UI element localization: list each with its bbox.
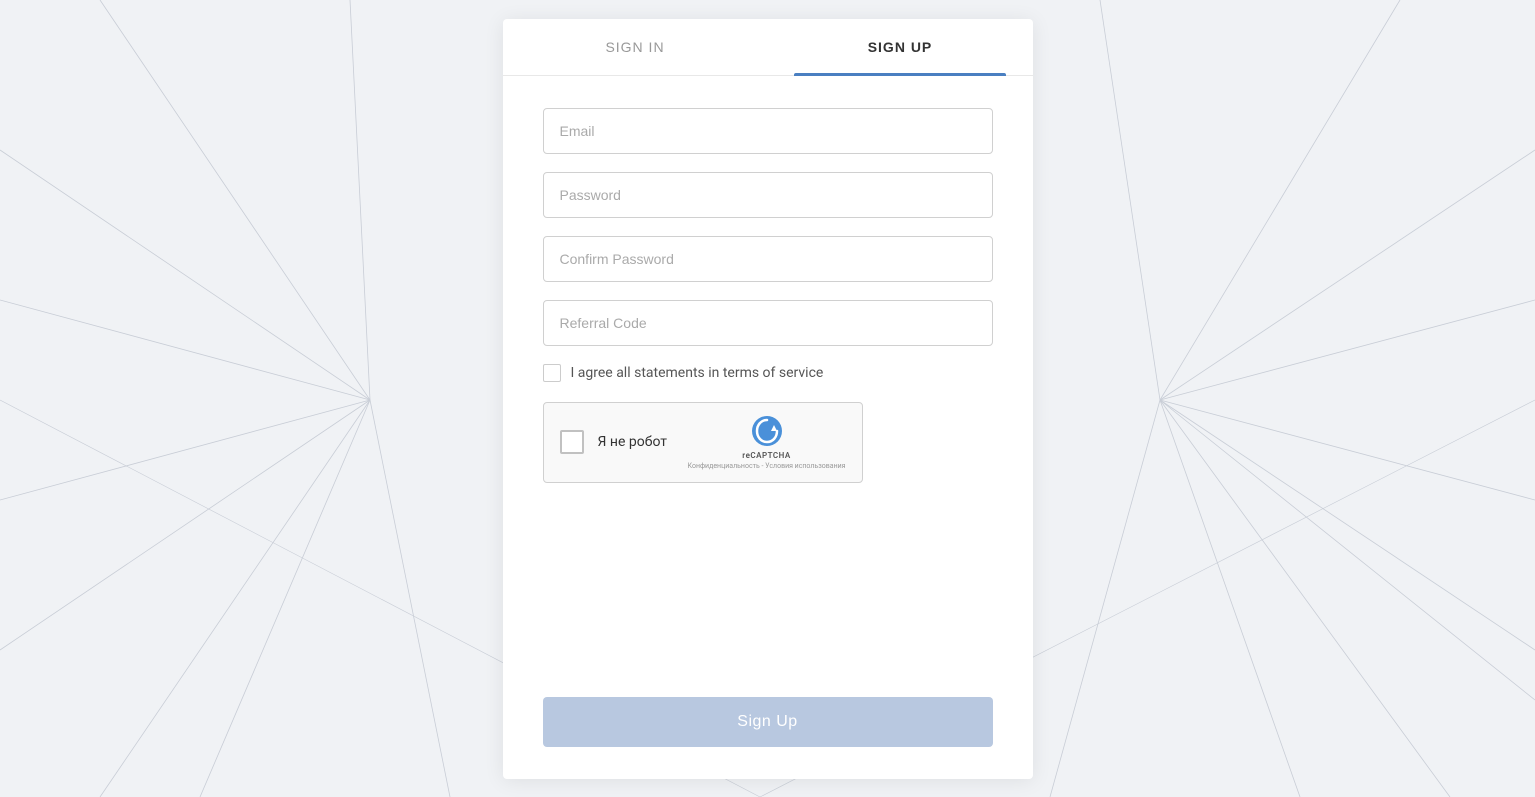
- terms-checkbox[interactable]: [543, 364, 561, 382]
- terms-label[interactable]: I agree all statements in terms of servi…: [571, 365, 824, 381]
- signup-button[interactable]: Sign Up: [543, 697, 993, 747]
- terms-row: I agree all statements in terms of servi…: [543, 364, 993, 382]
- spacer: [543, 503, 993, 687]
- recaptcha-brand-text: reCAPTCHA: [742, 451, 790, 460]
- email-group: [543, 108, 993, 154]
- recaptcha-sub-text: Конфиденциальность - Условия использован…: [688, 462, 846, 470]
- tab-signup[interactable]: SIGN UP: [768, 19, 1033, 75]
- recaptcha-branding: reCAPTCHA Конфиденциальность - Условия и…: [688, 415, 846, 470]
- signup-form: I agree all statements in terms of servi…: [503, 76, 1033, 779]
- referral-code-input[interactable]: [543, 300, 993, 346]
- referral-code-group: [543, 300, 993, 346]
- confirm-password-group: [543, 236, 993, 282]
- confirm-password-input[interactable]: [543, 236, 993, 282]
- recaptcha-logo-icon: [751, 415, 783, 447]
- recaptcha-checkbox[interactable]: [560, 430, 584, 454]
- tab-signin[interactable]: SIGN IN: [503, 19, 768, 75]
- auth-tabs: SIGN IN SIGN UP: [503, 19, 1033, 76]
- recaptcha-widget[interactable]: Я не робот reCAPTCHA Конфиденциальность …: [543, 402, 863, 483]
- email-input[interactable]: [543, 108, 993, 154]
- recaptcha-label: Я не робот: [598, 434, 678, 450]
- password-group: [543, 172, 993, 218]
- password-input[interactable]: [543, 172, 993, 218]
- auth-card: SIGN IN SIGN UP I agree all statements i…: [503, 19, 1033, 779]
